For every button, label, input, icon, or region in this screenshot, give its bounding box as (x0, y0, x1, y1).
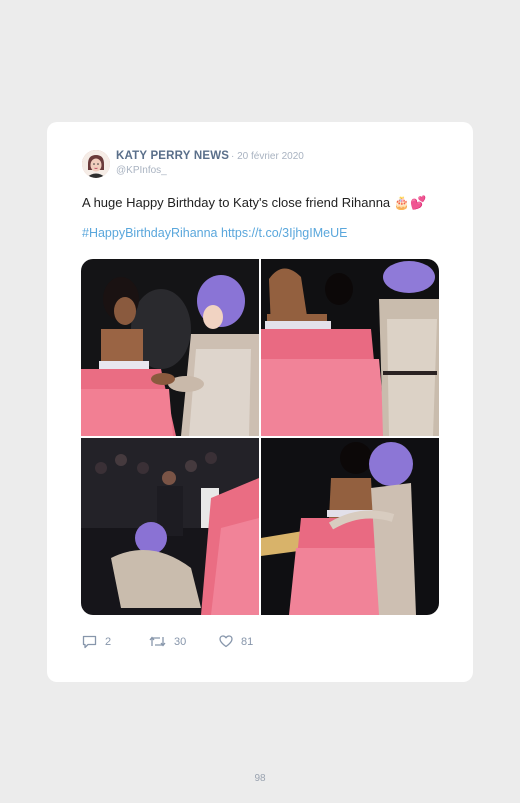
like-button[interactable]: 81 (219, 635, 253, 648)
photo-1[interactable] (81, 259, 259, 436)
tweet-date[interactable]: · 20 février 2020 (231, 151, 304, 162)
reply-button[interactable]: 2 (82, 635, 111, 649)
photo-3[interactable] (81, 438, 259, 615)
reply-count: 2 (105, 636, 112, 648)
tweet-actions: 2 30 81 (82, 635, 342, 653)
speech-bubble-icon (82, 635, 97, 649)
tweet-text: A huge Happy Birthday to Katy's close fr… (82, 195, 426, 211)
photo-2[interactable] (261, 259, 439, 436)
retweet-button[interactable]: 30 (149, 635, 186, 648)
tweet-body: A huge Happy Birthday to Katy's close fr… (82, 195, 391, 210)
author-name[interactable]: KATY PERRY NEWS (116, 150, 229, 162)
url-link[interactable]: https://t.co/3IjhgIMeUE (221, 226, 347, 240)
page-number: 98 (254, 773, 266, 784)
tweet-links: #HappyBirthdayRihanna https://t.co/3Ijhg… (82, 226, 347, 240)
photo-4[interactable] (261, 438, 439, 615)
retweet-arrows-icon (149, 636, 166, 647)
hashtag-link[interactable]: #HappyBirthdayRihanna (82, 226, 218, 240)
heart-icon (219, 635, 233, 648)
like-count: 81 (241, 635, 254, 648)
birthday-cake-icon: 🎂 (393, 195, 410, 210)
photo-grid (81, 259, 439, 615)
two-hearts-icon: 💕 (409, 195, 427, 210)
author-handle[interactable]: @KPInfos_ (116, 165, 167, 176)
avatar[interactable] (82, 150, 110, 178)
tweet-card: KATY PERRY NEWS · 20 février 2020 @KPInf… (47, 122, 473, 682)
retweet-count: 30 (174, 635, 187, 648)
